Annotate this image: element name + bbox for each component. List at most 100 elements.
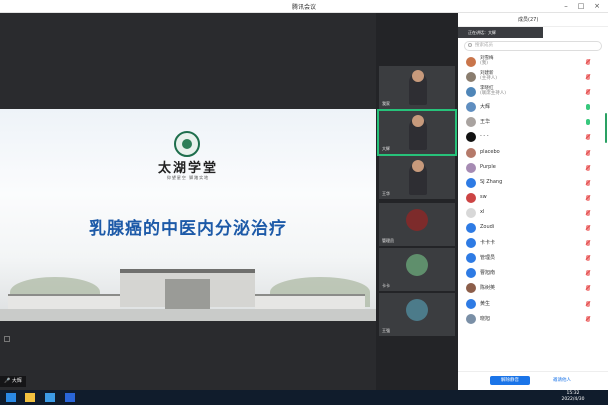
avatar xyxy=(406,254,428,276)
member-row[interactable]: 刘雪梅 (我) xyxy=(458,55,604,70)
gate-wall-right xyxy=(255,294,365,310)
member-row[interactable]: Zoudi xyxy=(458,221,604,236)
title-bar: 腾讯会议 – □ × xyxy=(0,0,608,13)
video-tile[interactable]: 管理员 xyxy=(379,203,455,246)
member-row[interactable]: SJ Zhang xyxy=(458,176,604,191)
member-name: - - - xyxy=(480,133,489,139)
mic-on-icon[interactable] xyxy=(586,119,590,126)
member-row[interactable]: 陈树英 xyxy=(458,281,604,296)
member-row[interactable]: 王华 xyxy=(458,115,604,130)
member-name: Purple xyxy=(480,164,496,170)
tile-caption: 王华 xyxy=(382,191,390,196)
windows-taskbar: 15:32 2022/4/30 xyxy=(0,390,608,405)
mic-muted-icon[interactable] xyxy=(586,59,590,65)
member-name-text: 晓旭 xyxy=(480,315,491,322)
mail-icon[interactable] xyxy=(45,393,55,402)
ground xyxy=(0,309,376,321)
avatar xyxy=(466,223,476,234)
invite-button[interactable]: 邀请他人 xyxy=(542,376,582,385)
member-row[interactable]: 李晓红 (联席主持人) xyxy=(458,85,604,100)
mic-muted-icon[interactable] xyxy=(586,134,590,141)
close-icon[interactable]: × xyxy=(591,1,603,11)
member-name: 曹旭南 xyxy=(480,269,495,276)
mic-muted-icon[interactable] xyxy=(586,240,590,247)
search-placeholder: 搜索成员 xyxy=(475,43,493,48)
file-explorer-icon[interactable] xyxy=(25,393,35,402)
avatar xyxy=(466,147,476,158)
mic-muted-icon[interactable] xyxy=(586,89,590,96)
avatar xyxy=(466,268,476,279)
mic-muted-icon[interactable] xyxy=(586,209,590,216)
avatar xyxy=(466,87,476,98)
window-title: 腾讯会议 xyxy=(291,4,316,11)
member-search-input[interactable]: 搜索成员 xyxy=(464,41,602,51)
avatar xyxy=(466,132,476,143)
avatar xyxy=(466,298,476,309)
member-row[interactable]: - - - xyxy=(458,130,604,145)
participant-video xyxy=(409,70,427,105)
expand-icon[interactable] xyxy=(4,336,10,342)
gate-wall-left xyxy=(8,294,120,310)
member-list: 刘雪梅 (我) 刘建新 (主持人) 李晓红 (联席主持人) 大辉王华 - - - placebo… xyxy=(458,55,604,327)
member-row[interactable]: placebo xyxy=(458,146,604,161)
member-name-text: placebo xyxy=(480,148,500,155)
member-name: 刘建新 (主持人) xyxy=(480,71,497,81)
member-row[interactable]: 大辉 xyxy=(458,100,604,115)
video-tile[interactable]: 王强 xyxy=(379,293,455,336)
clock-date: 2022/4/30 xyxy=(561,397,585,402)
video-gallery: 我家 大辉 王华 管理员 卡卡 王强 xyxy=(376,13,458,390)
unmute-all-button[interactable]: 解除静音 xyxy=(490,376,530,385)
member-row[interactable]: 管理员 xyxy=(458,251,604,266)
start-icon[interactable] xyxy=(6,393,16,402)
mic-on-icon[interactable] xyxy=(586,104,590,111)
member-name: 晓旭 xyxy=(480,315,490,322)
member-list-scrollbar[interactable] xyxy=(605,113,607,143)
member-role: (联席主持人) xyxy=(480,91,507,97)
meeting-app-icon[interactable] xyxy=(65,393,75,402)
member-row[interactable]: 曹旭南 xyxy=(458,266,604,281)
mic-muted-icon[interactable] xyxy=(586,179,590,186)
member-name-text: 王华 xyxy=(480,119,491,126)
member-name-text: Purple xyxy=(480,163,496,170)
member-row[interactable]: xl xyxy=(458,206,604,221)
mic-muted-icon[interactable] xyxy=(586,149,590,156)
mic-muted-icon[interactable] xyxy=(586,255,590,262)
mic-muted-icon[interactable] xyxy=(586,225,590,232)
system-clock: 15:32 2022/4/30 xyxy=(555,391,591,403)
mic-muted-icon[interactable] xyxy=(586,164,590,171)
member-name: 王华 xyxy=(480,118,490,125)
mic-muted-icon[interactable] xyxy=(586,300,590,307)
member-name-text: 陈树英 xyxy=(480,285,496,292)
mic-muted-icon[interactable] xyxy=(586,285,590,292)
shared-screen-area: 太湖学堂 仰望星空 脚踏实地 乳腺癌的中医内分泌治疗 🎤 大辉 xyxy=(0,13,376,390)
member-name-text: Zoudi xyxy=(480,224,495,231)
member-role: (主持人) xyxy=(480,76,498,82)
member-name-text: 黄生 xyxy=(480,300,491,307)
member-name: 刘雪梅 (我) xyxy=(480,56,494,66)
video-tile[interactable]: 王华 xyxy=(379,156,455,199)
member-name: xl xyxy=(480,209,484,215)
minimize-icon[interactable]: – xyxy=(560,1,572,11)
mic-muted-icon[interactable] xyxy=(586,270,590,277)
member-row[interactable]: 晓旭 xyxy=(458,312,604,327)
video-tile[interactable]: 我家 xyxy=(379,66,455,109)
speaker-label: 🎤 大辉 xyxy=(0,376,26,387)
member-row[interactable]: 刘建新 (主持人) xyxy=(458,70,604,85)
video-tile[interactable]: 卡卡 xyxy=(379,248,455,291)
mic-muted-icon[interactable] xyxy=(586,315,590,322)
mic-muted-icon[interactable] xyxy=(586,74,590,81)
member-name-text: SJ Zhang xyxy=(480,178,503,185)
mic-muted-icon[interactable] xyxy=(586,194,590,201)
member-row[interactable]: sw xyxy=(458,191,604,206)
tile-caption: 我家 xyxy=(382,101,390,106)
member-name: 管理员 xyxy=(480,254,495,261)
school-motto: 仰望星空 脚踏实地 xyxy=(166,175,210,180)
avatar xyxy=(466,102,476,113)
video-tile-active[interactable]: 大辉 xyxy=(377,109,457,156)
member-row[interactable]: 卡卡卡 xyxy=(458,236,604,251)
avatar xyxy=(466,238,476,249)
maximize-icon[interactable]: □ xyxy=(575,1,587,11)
avatar xyxy=(466,117,476,128)
member-row[interactable]: 黄生 xyxy=(458,297,604,312)
member-row[interactable]: Purple xyxy=(458,161,604,176)
